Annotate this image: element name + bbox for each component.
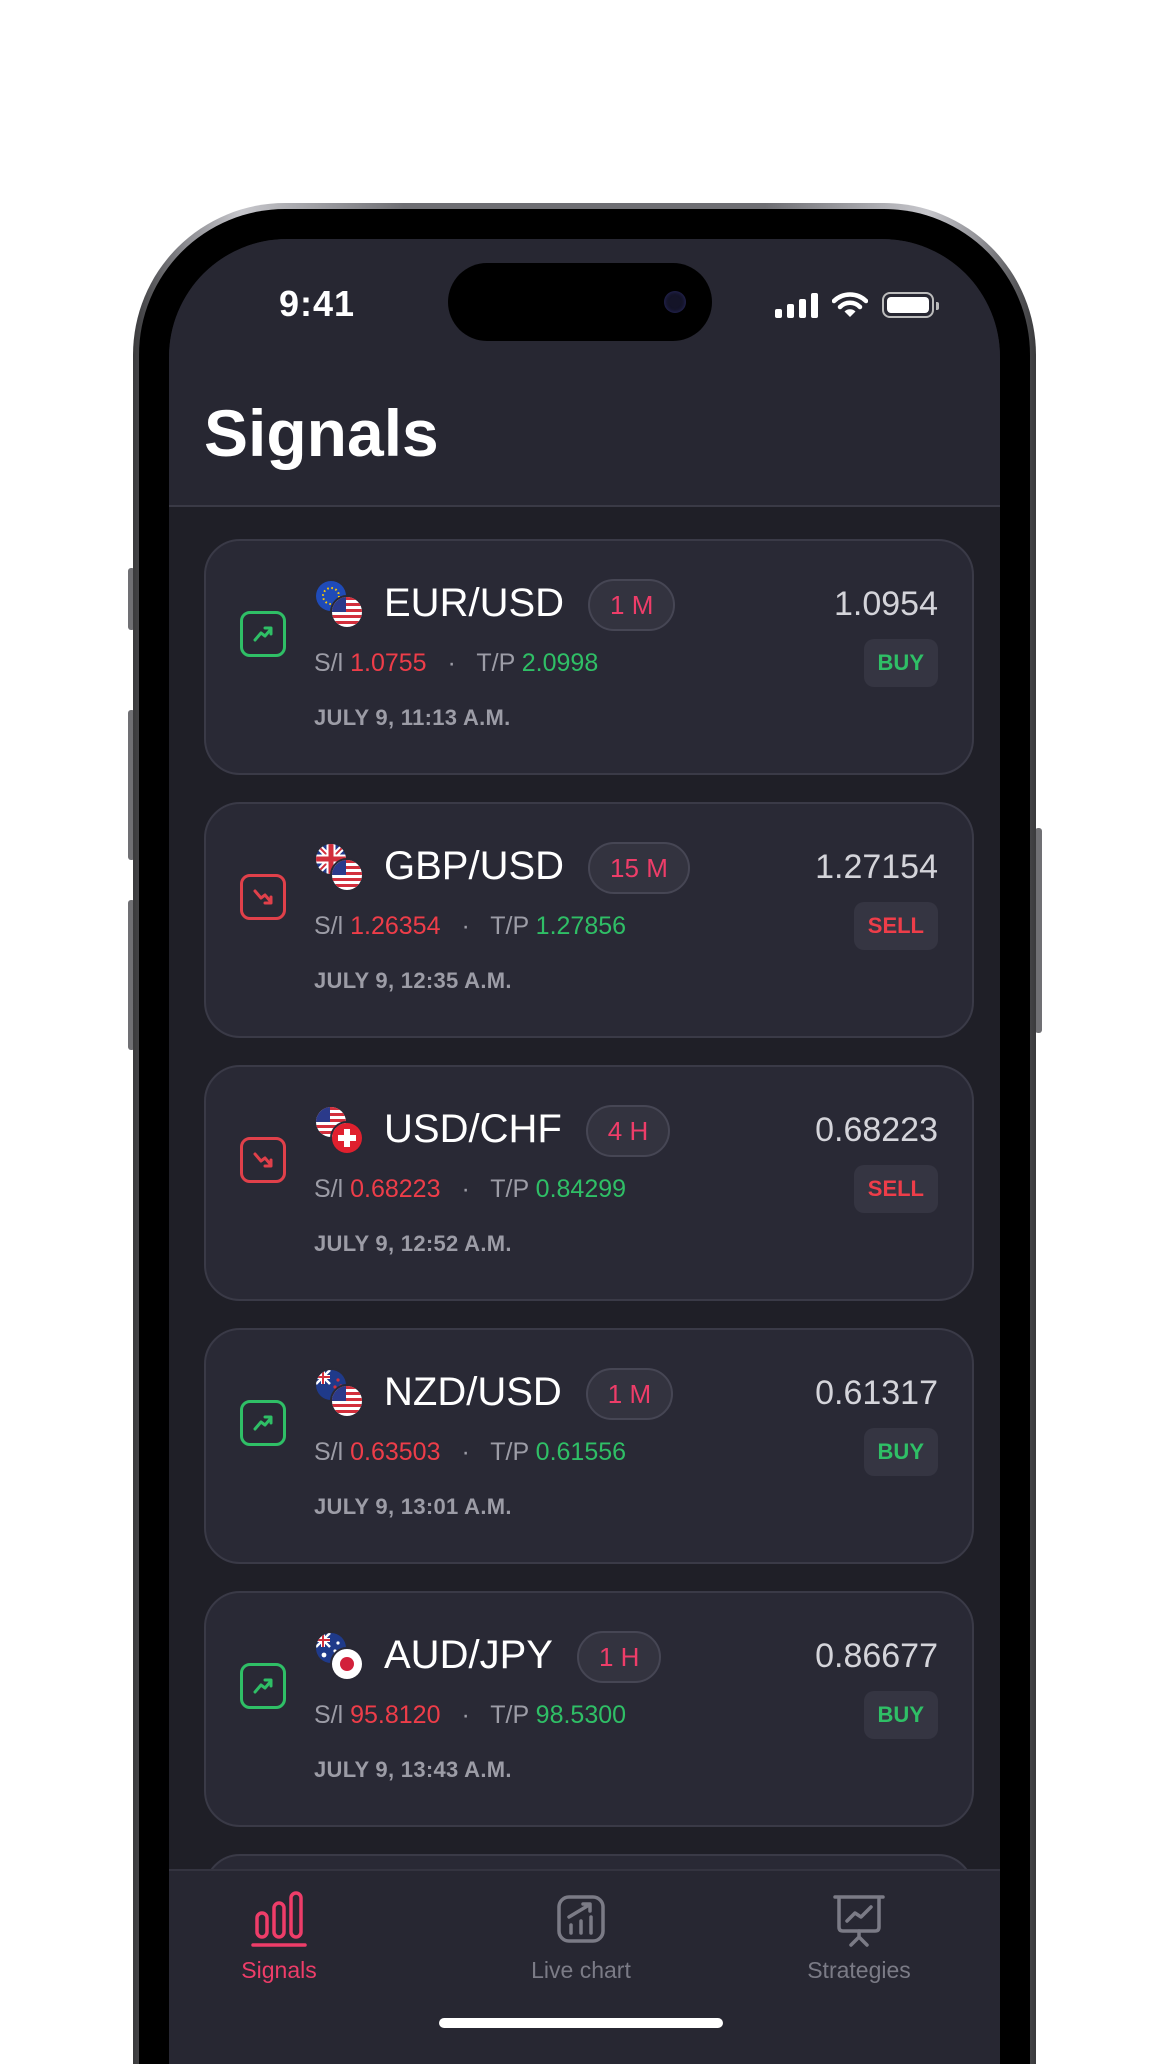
tab-label: Strategies	[807, 1957, 911, 1983]
camera-icon	[664, 291, 686, 313]
signal-price: 1.27154	[815, 848, 938, 886]
currency-flags	[314, 579, 368, 633]
trend-up-icon	[240, 611, 286, 657]
wifi-icon	[832, 292, 868, 317]
cellular-signal-icon	[775, 292, 818, 318]
tab-strategies[interactable]: Strategies	[759, 1889, 959, 1984]
signal-levels: S/l 95.8120 · T/P 98.5300	[314, 1701, 627, 1729]
signal-action-badge: SELL	[853, 902, 938, 950]
page-title: Signals	[204, 396, 439, 470]
battery-icon	[882, 292, 939, 318]
signal-action-badge: SELL	[853, 1165, 938, 1213]
trend-down-icon	[240, 1137, 286, 1183]
currency-pair: EUR/USD	[384, 581, 565, 625]
tab-bar: Signals Live chart Strategies	[169, 1869, 1000, 2064]
trend-down-icon	[240, 874, 286, 920]
tab-live-chart[interactable]: Live chart	[481, 1889, 681, 1984]
tab-label: Live chart	[531, 1957, 631, 1983]
currency-pair: NZD/USD	[384, 1370, 562, 1414]
ch-flag-icon	[330, 1121, 364, 1155]
stop-loss-value: 1.26354	[350, 912, 441, 940]
signal-card-gbp-usd[interactable]: GBP/USD 15 M 1.27154 SELL S/l 1.26354 · …	[204, 802, 974, 1038]
signal-price: 1.0954	[834, 585, 938, 623]
status-bar: 9:41	[169, 239, 1000, 369]
take-profit-label: T/P	[490, 912, 536, 940]
take-profit-label: T/P	[490, 1175, 536, 1203]
signal-card-aud-jpy[interactable]: AUD/JPY 1 H 0.86677 BUY S/l 95.8120 · T/…	[204, 1591, 974, 1827]
currency-flags	[314, 1368, 368, 1422]
stop-loss-label: S/l	[314, 1438, 351, 1466]
timeframe-badge: 1 M	[588, 579, 676, 631]
currency-pair: GBP/USD	[384, 844, 565, 888]
take-profit-value: 2.0998	[521, 649, 599, 677]
stop-loss-label: S/l	[314, 912, 351, 940]
us-flag-icon	[330, 595, 364, 629]
signal-card-nzd-usd[interactable]: NZD/USD 1 M 0.61317 BUY S/l 0.63503 · T/…	[204, 1328, 974, 1564]
take-profit-label: T/P	[476, 649, 522, 677]
timeframe-badge: 1 H	[576, 1631, 662, 1683]
take-profit-value: 0.84299	[535, 1175, 627, 1203]
us-flag-icon	[330, 1384, 364, 1418]
signal-date: JULY 9, 12:35 A.M.	[314, 968, 512, 993]
signal-action-badge: BUY	[863, 1428, 938, 1476]
stop-loss-label: S/l	[314, 1175, 351, 1203]
us-flag-icon	[330, 858, 364, 892]
signal-list: EUR/USD 1 M 1.0954 BUY S/l 1.0755 · T/P …	[204, 539, 974, 2064]
stop-loss-value: 1.0755	[350, 649, 427, 677]
take-profit-value: 1.27856	[535, 912, 627, 940]
stop-loss-label: S/l	[314, 1701, 351, 1729]
signal-card-eur-usd[interactable]: EUR/USD 1 M 1.0954 BUY S/l 1.0755 · T/P …	[204, 539, 974, 775]
currency-pair: AUD/JPY	[384, 1633, 553, 1677]
timeframe-badge: 15 M	[588, 842, 690, 894]
take-profit-label: T/P	[490, 1701, 536, 1729]
signal-levels: S/l 1.26354 · T/P 1.27856	[314, 912, 627, 940]
trend-up-icon	[240, 1400, 286, 1446]
signal-levels: S/l 0.63503 · T/P 0.61556	[314, 1438, 627, 1466]
take-profit-value: 0.61556	[535, 1438, 627, 1466]
jp-flag-icon	[330, 1647, 364, 1681]
signal-levels: S/l 0.68223 · T/P 0.84299	[314, 1175, 627, 1203]
currency-flags	[314, 842, 368, 896]
signal-levels: S/l 1.0755 · T/P 2.0998	[314, 649, 599, 677]
dynamic-island	[448, 263, 712, 341]
signal-date: JULY 9, 13:43 A.M.	[314, 1757, 512, 1782]
signal-date: JULY 9, 13:01 A.M.	[314, 1494, 512, 1519]
tab-label: Signals	[241, 1957, 317, 1983]
tab-signals[interactable]: Signals	[179, 1889, 379, 1984]
signal-price: 0.68223	[815, 1111, 938, 1149]
take-profit-value: 98.5300	[535, 1701, 627, 1729]
trend-up-icon	[240, 1663, 286, 1709]
signal-card-usd-chf[interactable]: USD/CHF 4 H 0.68223 SELL S/l 0.68223 · T…	[204, 1065, 974, 1301]
bar-chart-icon	[251, 1891, 307, 1947]
take-profit-label: T/P	[490, 1438, 536, 1466]
stop-loss-value: 95.8120	[350, 1701, 441, 1729]
currency-flags	[314, 1631, 368, 1685]
signal-date: JULY 9, 11:13 A.M.	[314, 705, 511, 730]
phone-frame: 9:41 Signals EUR/USD 1 M 1.0954 BUY S/l …	[133, 203, 1036, 2064]
stop-loss-value: 0.68223	[350, 1175, 441, 1203]
signal-price: 0.61317	[815, 1374, 938, 1412]
signal-action-badge: BUY	[863, 639, 938, 687]
timeframe-badge: 4 H	[585, 1105, 671, 1157]
home-indicator[interactable]	[439, 2018, 723, 2028]
app-screen: 9:41 Signals EUR/USD 1 M 1.0954 BUY S/l …	[169, 239, 1000, 2064]
stop-loss-value: 0.63503	[350, 1438, 441, 1466]
currency-pair: USD/CHF	[384, 1107, 562, 1151]
signal-price: 0.86677	[815, 1637, 938, 1675]
stop-loss-label: S/l	[314, 649, 351, 677]
chart-growth-icon	[557, 1895, 605, 1943]
status-time: 9:41	[279, 283, 356, 324]
signal-date: JULY 9, 12:52 A.M.	[314, 1231, 512, 1256]
page-header: Signals	[169, 369, 1000, 507]
presentation-board-icon	[833, 1895, 885, 1947]
currency-flags	[314, 1105, 368, 1159]
timeframe-badge: 1 M	[585, 1368, 674, 1420]
signal-action-badge: BUY	[863, 1691, 938, 1739]
